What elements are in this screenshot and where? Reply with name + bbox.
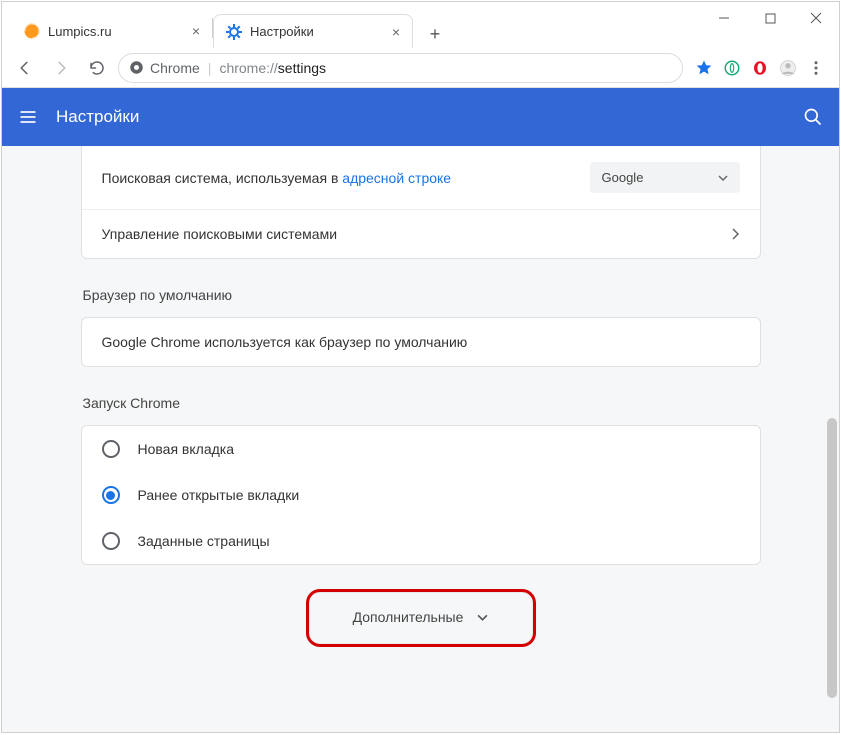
advanced-toggle-button[interactable]: Дополнительные [327,595,515,639]
startup-section-title: Запуск Chrome [83,395,761,411]
back-button[interactable] [10,53,40,83]
caret-down-icon [477,612,488,623]
search-engine-row: Поисковая система, используемая в адресн… [82,146,760,209]
chrome-scheme-icon: Chrome [129,60,200,76]
manage-search-engines-row[interactable]: Управление поисковыми системами [82,209,760,258]
window-controls [701,2,839,34]
extension-opera-icon[interactable] [751,59,769,77]
radio-icon[interactable] [102,532,120,550]
default-browser-section-title: Браузер по умолчанию [83,287,761,303]
search-engine-label: Поисковая система, используемая в адресн… [102,170,452,186]
bookmark-star-icon[interactable] [695,59,713,77]
settings-favicon [226,24,242,40]
lumpics-favicon [24,23,40,39]
forward-button[interactable] [46,53,76,83]
search-engine-card: Поисковая система, используемая в адресн… [81,146,761,259]
tab-label: Настройки [250,24,314,39]
browser-menu-icon[interactable] [807,59,825,77]
tab-label: Lumpics.ru [48,24,112,39]
default-browser-status-row: Google Chrome используется как браузер п… [82,318,760,366]
startup-option-continue[interactable]: Ранее открытые вкладки [82,472,760,518]
startup-card: Новая вкладка Ранее открытые вкладки Зад… [81,425,761,565]
url-text: chrome://settings [219,60,326,76]
tab-settings[interactable]: Настройки × [213,14,413,48]
window-titlebar: Lumpics.ru × Настройки × + [2,2,839,48]
close-window-button[interactable] [793,2,839,34]
omnibox-divider: | [208,60,212,76]
address-bar-link[interactable]: адресной строке [342,170,451,186]
search-icon[interactable] [803,107,823,127]
tab-close-icon[interactable]: × [192,23,200,39]
reload-button[interactable] [82,53,112,83]
page-title: Настройки [56,107,139,127]
radio-icon[interactable] [102,440,120,458]
dropdown-caret-icon [718,173,728,183]
new-tab-button[interactable]: + [421,20,449,48]
tab-close-icon[interactable]: × [392,24,400,40]
maximize-button[interactable] [747,2,793,34]
startup-option-specific[interactable]: Заданные страницы [82,518,760,564]
chrome-scheme-label: Chrome [150,60,200,76]
startup-option-label: Заданные страницы [138,533,270,549]
extension-icons [689,59,831,77]
radio-icon[interactable] [102,486,120,504]
default-browser-card: Google Chrome используется как браузер п… [81,317,761,367]
address-bar[interactable]: Chrome | chrome://settings [118,53,683,83]
chevron-right-icon [732,228,740,240]
default-browser-status: Google Chrome используется как браузер п… [102,334,468,350]
startup-option-label: Ранее открытые вкладки [138,487,300,503]
advanced-section: Дополнительные [81,595,761,639]
scrollbar-thumb[interactable] [827,418,837,698]
advanced-label: Дополнительные [353,609,464,625]
profile-avatar-icon[interactable] [779,59,797,77]
search-engine-select[interactable]: Google [590,162,740,193]
settings-appbar: Настройки [2,88,839,146]
startup-option-new-tab[interactable]: Новая вкладка [82,426,760,472]
minimize-button[interactable] [701,2,747,34]
manage-search-engines-label: Управление поисковыми системами [102,226,338,242]
startup-option-label: Новая вкладка [138,441,235,457]
browser-toolbar: Chrome | chrome://settings [2,48,839,88]
settings-page: Настройки Поисковая система, используема… [2,88,839,732]
search-engine-selected: Google [602,170,644,185]
settings-scroll-area: Поисковая система, используемая в адресн… [2,146,839,732]
extension-green-icon[interactable] [723,59,741,77]
hamburger-menu-icon[interactable] [18,107,38,127]
tab-lumpics[interactable]: Lumpics.ru × [12,14,212,48]
